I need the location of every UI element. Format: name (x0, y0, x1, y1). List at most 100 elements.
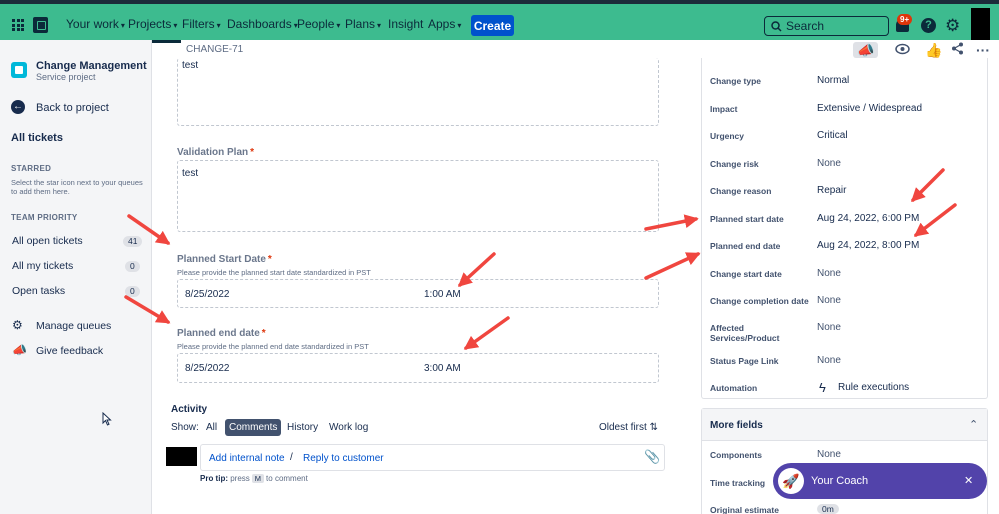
detail-label-impact: Impact (710, 104, 738, 114)
top-navigation: Your work ▾ Projects ▾ Filters ▾ Dashboards… (0, 4, 999, 43)
detail-value-impact[interactable]: Extensive / Widespread (817, 103, 922, 114)
nav-plans[interactable]: Plans ▾ (345, 17, 381, 31)
detail-value-change-start-date[interactable]: None (817, 268, 841, 279)
previous-field-box[interactable]: test (177, 58, 659, 126)
nav-your-work[interactable]: Your work ▾ (66, 17, 125, 31)
your-coach-widget[interactable]: 🚀 Your Coach ✕ (773, 463, 987, 499)
planned-end-date-field[interactable]: 8/25/2022 3:00 AM (177, 353, 659, 383)
close-icon[interactable]: ✕ (964, 474, 973, 487)
give-feedback-link[interactable]: Give feedback (36, 345, 103, 357)
comment-box[interactable]: Add internal note / Reply to customer 📎 (200, 444, 665, 471)
help-icon[interactable]: ? (921, 18, 936, 33)
detail-label-automation: Automation (710, 383, 758, 393)
share-icon[interactable] (951, 42, 964, 58)
arrow-to-end-time (463, 316, 510, 350)
activity-filter-comments[interactable]: Comments (225, 419, 282, 436)
more-fields-title: More fields (710, 420, 763, 431)
sort-oldest-first-button[interactable]: Oldest first ⇅ (599, 422, 658, 433)
create-button[interactable]: Create (471, 15, 514, 36)
project-icon (11, 62, 27, 78)
more-actions-icon[interactable]: ··· (976, 42, 990, 58)
nav-apps[interactable]: Apps ▾ (428, 17, 461, 31)
search-box[interactable] (764, 16, 889, 36)
search-input[interactable] (786, 19, 876, 33)
project-type: Service project (36, 72, 96, 82)
detail-value-status-page-link[interactable]: None (817, 355, 841, 366)
planned-start-date-field[interactable]: 8/25/2022 1:00 AM (177, 279, 659, 308)
nav-dashboards[interactable]: Dashboards ▾ (227, 17, 298, 31)
chevron-up-icon[interactable]: ⌃ (969, 418, 978, 431)
sort-icon: ⇅ (649, 422, 658, 433)
detail-value-components[interactable]: None (817, 449, 841, 460)
activity-filter-history[interactable]: History (283, 419, 322, 436)
user-avatar (166, 447, 197, 466)
detail-label-urgency: Urgency (710, 131, 745, 141)
planned-start-date-help: Please provide the planned start date st… (177, 268, 371, 277)
starred-note: Select the star icon next to your queues… (11, 178, 143, 196)
validation-plan-value: test (182, 168, 199, 179)
detail-label-planned-start-date: Planned start date (710, 214, 784, 224)
queue-count-badge: 41 (123, 236, 143, 247)
validation-plan-label: Validation Plan * (177, 147, 255, 158)
detail-label-change-completion-date: Change completion date (710, 296, 809, 306)
rule-executions-link[interactable]: Rule executions (838, 382, 909, 393)
team-priority-heading: TEAM PRIORITY (11, 213, 78, 222)
your-coach-label: Your Coach (811, 475, 869, 487)
original-estimate-value[interactable]: 0m (817, 504, 839, 514)
validation-plan-field[interactable]: test (177, 160, 659, 232)
planned-end-date-value[interactable]: 8/25/2022 (185, 363, 230, 374)
nav-insight[interactable]: Insight (388, 17, 423, 31)
watch-eye-icon[interactable] (895, 42, 910, 58)
detail-value-change-risk[interactable]: None (817, 158, 841, 169)
app-switcher-icon[interactable] (12, 19, 24, 31)
detail-value-affected-services[interactable]: None (817, 322, 841, 333)
project-name[interactable]: Change Management (36, 60, 147, 72)
planned-start-date-value[interactable]: 8/25/2022 (185, 289, 230, 300)
sidebar: Change Management Service project ← Back… (0, 40, 152, 514)
planned-end-date-help: Please provide the planned end date stan… (177, 342, 369, 351)
queue-open-tasks[interactable]: Open tasks (12, 285, 65, 297)
nav-people[interactable]: People ▾ (297, 17, 340, 31)
detail-value-change-reason[interactable]: Repair (817, 185, 846, 196)
detail-value-planned-end-date[interactable]: Aug 24, 2022, 8:00 PM (817, 240, 919, 251)
activity-filter-all[interactable]: All (202, 419, 221, 436)
detail-label-status-page-link: Status Page Link (710, 356, 779, 366)
add-internal-note-link[interactable]: Add internal note (209, 453, 285, 464)
detail-label-original-estimate: Original estimate (710, 505, 779, 514)
detail-value-change-type[interactable]: Normal (817, 75, 849, 86)
profile-avatar[interactable] (971, 8, 990, 40)
details-panel: Change type Normal Impact Extensive / Wi… (701, 58, 988, 399)
jira-service-logo-icon[interactable] (33, 17, 48, 33)
nav-projects[interactable]: Projects ▾ (123, 17, 182, 43)
back-to-project-link[interactable]: Back to project (36, 102, 109, 114)
lightning-bolt-icon: ϟ (819, 380, 826, 395)
detail-value-urgency[interactable]: Critical (817, 130, 848, 141)
detail-value-change-completion-date[interactable]: None (817, 295, 841, 306)
queue-count-badge: 0 (125, 261, 140, 272)
queue-all-open-tickets[interactable]: All open tickets (12, 235, 83, 247)
feedback-megaphone-icon[interactable]: 📣 (853, 42, 879, 58)
all-tickets-link[interactable]: All tickets (11, 132, 63, 144)
activity-filter-work-log[interactable]: Work log (325, 419, 372, 436)
nav-filters[interactable]: Filters ▾ (182, 17, 221, 31)
mouse-cursor-icon (102, 412, 112, 426)
detail-value-planned-start-date[interactable]: Aug 24, 2022, 6:00 PM (817, 213, 919, 224)
back-arrow-icon[interactable]: ← (11, 100, 25, 114)
comment-separator: / (290, 452, 293, 463)
settings-gear-icon[interactable]: ⚙ (945, 17, 960, 34)
queue-count-badge: 0 (125, 286, 140, 297)
reply-to-customer-link[interactable]: Reply to customer (303, 453, 384, 464)
gear-icon: ⚙ (12, 318, 23, 332)
detail-label-change-reason: Change reason (710, 186, 772, 196)
attachment-paperclip-icon[interactable]: 📎 (644, 449, 660, 465)
more-fields-header[interactable]: More fields ⌃ (702, 409, 987, 441)
vote-thumbs-up-icon[interactable]: 👍 (925, 42, 942, 58)
detail-label-change-type: Change type (710, 76, 762, 86)
planned-end-time-value[interactable]: 3:00 AM (424, 363, 461, 374)
megaphone-icon: 📣 (12, 343, 27, 357)
issue-key-breadcrumb[interactable]: CHANGE-71 (186, 44, 243, 55)
queue-all-my-tickets[interactable]: All my tickets (12, 260, 73, 272)
planned-start-time-value[interactable]: 1:00 AM (424, 289, 461, 300)
manage-queues-link[interactable]: Manage queues (36, 320, 111, 332)
starred-heading: STARRED (11, 164, 52, 173)
